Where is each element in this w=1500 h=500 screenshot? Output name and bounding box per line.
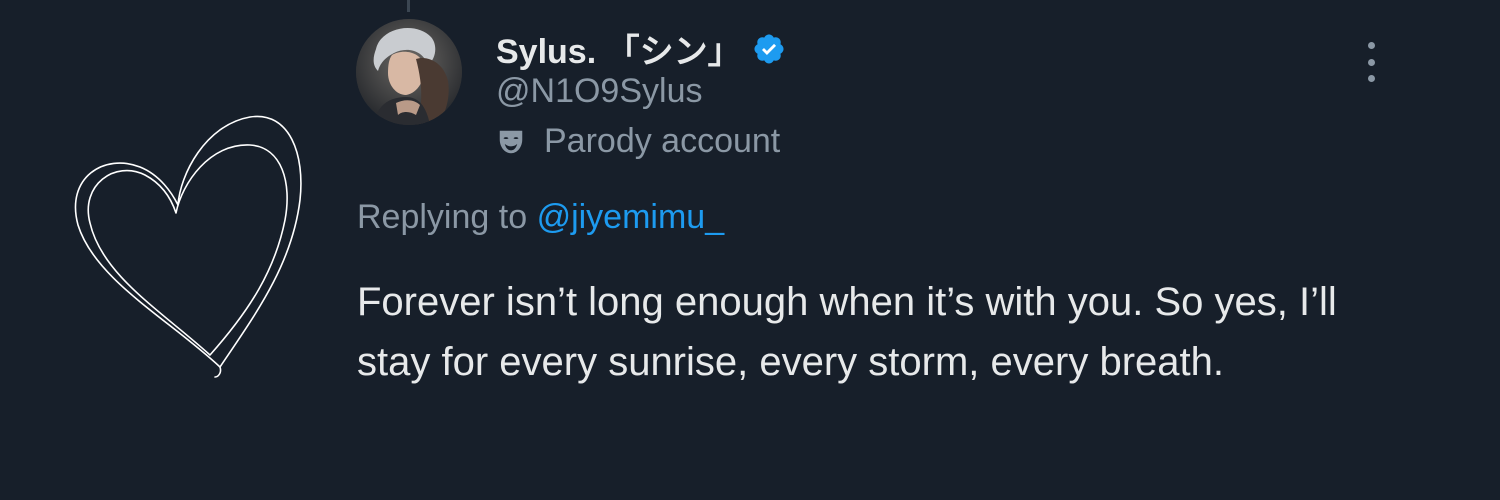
author-display-name[interactable]: Sylus. 「シン」: [496, 24, 742, 73]
more-dot: [1367, 75, 1375, 82]
author-handle[interactable]: @N1O9Sylus: [496, 72, 702, 111]
more-options-icon[interactable]: [1356, 40, 1386, 84]
more-dot: [1367, 58, 1375, 66]
tweet-banner: Sylus. 「シン」 @N1O9Sylus Parody account Re…: [0, 0, 1500, 500]
heart-doodle-icon: [74, 115, 302, 378]
account-label-row: Parody account: [496, 122, 780, 161]
replying-to-line: Replying to @jiyemimu_: [357, 198, 724, 237]
replying-to-prefix: Replying to: [357, 198, 528, 236]
avatar[interactable]: [356, 19, 462, 125]
verified-badge-icon: [754, 33, 784, 64]
author-display-name-row[interactable]: Sylus. 「シン」: [496, 24, 786, 73]
profile-avatar-icon: [356, 19, 462, 125]
parody-mask-icon: [499, 130, 523, 153]
tweet-body-text: Forever isn’t long enough when it’s with…: [357, 280, 1337, 384]
thread-connector-line: [407, 0, 410, 12]
more-dot: [1367, 42, 1375, 49]
account-label-text: Parody account: [544, 122, 781, 160]
reply-mention-link[interactable]: @jiyemimu_: [537, 198, 725, 236]
